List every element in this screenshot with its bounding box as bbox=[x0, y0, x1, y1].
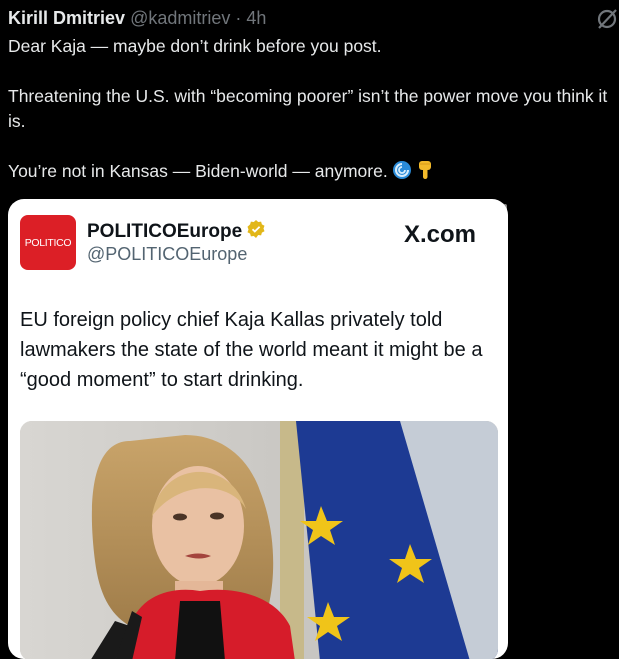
post-paragraph: Dear Kaja — maybe don’t drink before you… bbox=[8, 36, 382, 56]
post: Kirill Dmitriev @kadmitriev · 4h Dear Ka… bbox=[0, 0, 619, 659]
card-author-name-text: POLITICOEurope bbox=[87, 221, 243, 242]
post-header: Kirill Dmitriev @kadmitriev · 4h bbox=[8, 6, 266, 30]
post-time[interactable]: 4h bbox=[246, 8, 266, 28]
card-text: EU foreign policy chief Kaja Kallas priv… bbox=[20, 309, 483, 391]
author-name[interactable]: Kirill Dmitriev bbox=[8, 8, 125, 28]
post-paragraph-last: You’re not in Kansas — Biden-world — any… bbox=[8, 159, 614, 187]
post-text: Dear Kaja — maybe don’t drink before you… bbox=[8, 34, 614, 187]
card-site-label: X.com bbox=[404, 221, 477, 248]
card-author-name: POLITICOEurope bbox=[87, 219, 266, 245]
card-author-handle: @POLITICOEurope bbox=[87, 244, 248, 264]
news-photo[interactable] bbox=[20, 421, 498, 659]
quoted-post-card[interactable]: POLITICO POLITICOEurope @POLITICOEurope … bbox=[8, 199, 508, 659]
post-paragraph-text: You’re not in Kansas — Biden-world — any… bbox=[8, 161, 388, 181]
pointing-down-icon bbox=[416, 160, 434, 187]
politico-logo: POLITICO bbox=[20, 215, 76, 270]
author-handle[interactable]: @kadmitriev bbox=[130, 8, 230, 28]
post-paragraph: Threatening the U.S. with “becoming poor… bbox=[8, 86, 608, 131]
verified-badge-icon bbox=[246, 219, 266, 245]
cyclone-icon bbox=[392, 160, 412, 187]
grok-icon[interactable] bbox=[596, 8, 618, 30]
separator-dot: · bbox=[235, 8, 242, 28]
